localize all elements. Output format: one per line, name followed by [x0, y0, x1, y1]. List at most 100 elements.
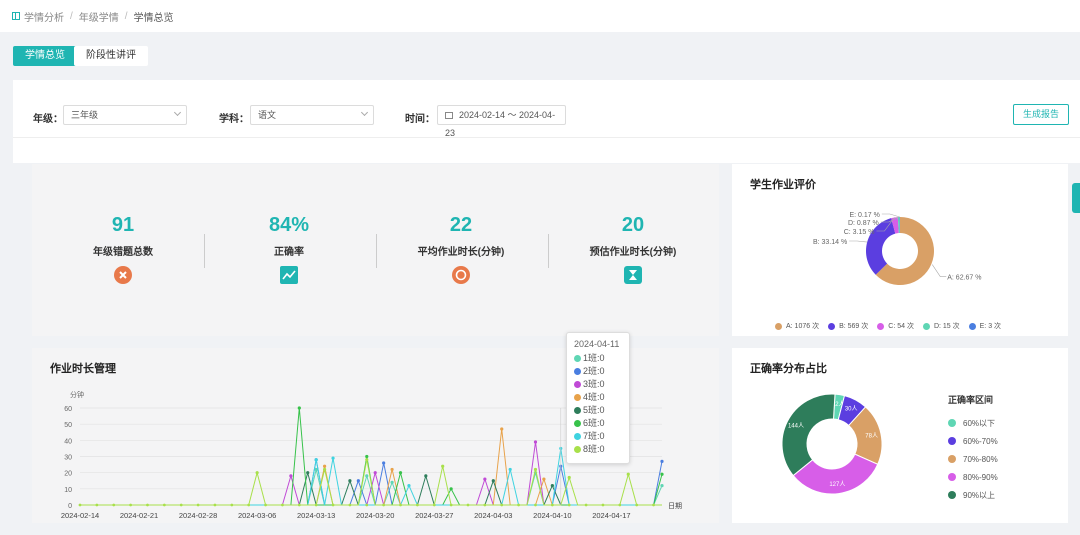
tooltip-dot: [574, 420, 581, 427]
baseline-point: [534, 503, 537, 507]
x-tick-label: 2024-02-28: [179, 511, 217, 520]
data-point: [660, 459, 664, 463]
evaluation-donut-chart: A: 62.67 % E: 0.17 %D: 0.87 % C: 3.15 % B: …: [813, 212, 982, 285]
x-tick-label: 2024-03-06: [238, 511, 276, 520]
date-range-picker[interactable]: 2024-02-14 ～ 2024-04-23: [437, 105, 566, 138]
data-point: [365, 458, 369, 462]
baseline-point: [314, 503, 318, 507]
tooltip-row: 2班:0: [574, 365, 622, 378]
baseline-point: [264, 503, 267, 507]
legend-dot: [922, 322, 930, 330]
legend-label: 90%以上: [963, 490, 996, 500]
legend-label: E: 3 次: [979, 323, 1002, 330]
slice-label-D: D: 0.87 %: [848, 220, 879, 227]
side-panel-handle[interactable]: [1072, 183, 1080, 213]
baseline-point: [230, 503, 234, 507]
y-axis-unit: 分钟: [70, 390, 84, 399]
legend-label: 60%以下: [963, 418, 996, 428]
slice-label: 30人: [845, 405, 858, 412]
timer-icon: [452, 266, 470, 284]
y-tick-label: 30: [64, 455, 72, 462]
legend-dot: [775, 322, 782, 330]
legend-item[interactable]: 60%以下: [948, 414, 998, 432]
data-point: [550, 484, 554, 488]
baseline-point: [652, 503, 655, 507]
stat-avg-duration: 22 平均作业时长(分钟): [376, 214, 546, 284]
baseline-point: [618, 503, 622, 507]
subject-select[interactable]: 语文: [250, 105, 374, 125]
baseline-point: [78, 503, 82, 507]
tooltip-dot: [574, 368, 581, 375]
error-cross-icon: [114, 266, 132, 284]
donut-slice-90%以上[interactable]: [781, 393, 836, 477]
stat-accuracy: 84% 正确率: [204, 214, 374, 284]
data-point: [297, 406, 301, 410]
baseline-point: [432, 503, 436, 507]
tooltip-value: 6班:0: [583, 418, 605, 428]
series-line-8班: [80, 459, 662, 506]
data-point: [626, 472, 630, 476]
data-point: [483, 477, 487, 481]
legend-item[interactable]: 90%以上: [948, 486, 998, 504]
stat-error-total: 91 年级错题总数: [38, 214, 208, 284]
generate-report-button[interactable]: 生成报告: [1013, 104, 1069, 125]
baseline-point: [466, 503, 470, 507]
breadcrumb-item-analysis[interactable]: 学情分析: [24, 9, 64, 24]
tab-overview[interactable]: 学情总览: [13, 46, 77, 66]
tooltip-row: 6班:0: [574, 417, 622, 430]
legend-dot: [877, 322, 885, 330]
breadcrumb-separator: /: [70, 10, 73, 22]
legend-item-C[interactable]: C: 54 次: [877, 321, 914, 331]
legend-item-D[interactable]: D: 15 次: [922, 321, 960, 331]
breadcrumb-item-grade[interactable]: 年级学情: [79, 9, 119, 24]
legend-item[interactable]: 70%-80%: [948, 450, 998, 468]
grade-select[interactable]: 三年级: [63, 105, 187, 125]
baseline-point: [348, 503, 352, 507]
legend-item[interactable]: 60%-70%: [948, 432, 998, 450]
data-point: [382, 461, 386, 465]
tooltip-value: 8班:0: [583, 444, 605, 454]
data-point: [331, 456, 335, 460]
data-point: [390, 480, 394, 484]
chevron-down-icon: [173, 108, 182, 117]
legend-item-A[interactable]: A: 1076 次: [775, 321, 819, 331]
x-tick-label: 2024-04-10: [533, 511, 571, 520]
data-point: [365, 474, 369, 478]
slice-label-E: E: 0.17 %: [849, 212, 879, 219]
baseline-point: [179, 503, 183, 507]
trend-chart-icon: [280, 266, 298, 284]
baseline-point: [365, 503, 369, 507]
y-tick-label: 50: [64, 422, 72, 429]
tooltip-dot: [574, 407, 581, 414]
legend-item-E[interactable]: E: 3 次: [968, 321, 1002, 331]
baseline-point: [95, 503, 99, 507]
legend-dot: [828, 322, 836, 330]
data-point: [323, 464, 327, 468]
legend-label: 70%-80%: [963, 454, 998, 464]
y-tick-label: 0: [68, 503, 72, 510]
y-tick-label: 10: [64, 487, 72, 494]
tooltip-dot: [574, 355, 581, 362]
y-tick-label: 20: [64, 471, 72, 478]
x-tick-label: 2024-02-21: [120, 511, 158, 520]
baseline-point: [331, 503, 335, 507]
card-title: 作业时长管理: [50, 363, 116, 375]
legend-title: 正确率区间: [948, 395, 994, 405]
breadcrumb-item-overview: 学情总览: [133, 12, 174, 24]
tooltip-value: 2班:0: [583, 366, 605, 376]
slice-label-C: C: 3.15 %: [844, 229, 875, 236]
tooltip-row: 8班:0: [574, 443, 622, 456]
tooltip-row: 3班:0: [574, 378, 622, 391]
baseline-point: [500, 503, 504, 507]
tab-stage-review[interactable]: 阶段性讲评: [74, 46, 148, 66]
x-tick-label: 2024-03-27: [415, 511, 453, 520]
legend-item-B[interactable]: B: 569 次: [828, 321, 868, 331]
baseline-point: [162, 503, 166, 507]
data-point: [660, 484, 664, 488]
data-point: [255, 471, 259, 475]
tooltip-dot: [574, 394, 581, 401]
legend-label: C: 54 次: [888, 323, 914, 330]
tooltip-value: 7班:0: [583, 431, 605, 441]
legend-item[interactable]: 80%-90%: [948, 468, 998, 486]
tooltip-value: 1班:0: [583, 353, 605, 363]
